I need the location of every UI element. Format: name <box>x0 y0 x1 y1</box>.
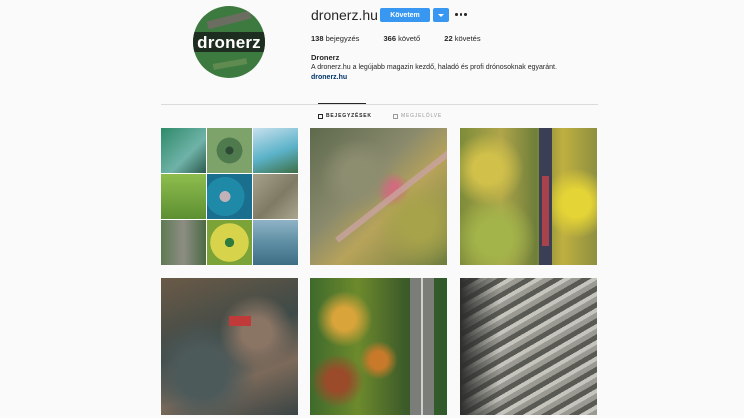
posts-count: 138 bejegyzés <box>311 34 360 43</box>
profile-name: Dronerz <box>311 53 340 62</box>
active-tab-indicator <box>318 103 366 104</box>
profile-avatar[interactable]: dronerz <box>193 6 265 78</box>
more-options-button[interactable] <box>455 10 468 18</box>
forest-path <box>335 139 447 243</box>
tag-icon <box>393 113 398 119</box>
collage-grid <box>161 128 298 265</box>
avatar-decor <box>212 58 248 70</box>
chevron-down-icon <box>438 13 444 17</box>
post-thumbnail-collage[interactable] <box>161 128 298 265</box>
excavator <box>229 316 251 326</box>
profile-username: dronerz.hu <box>311 7 378 23</box>
dot-icon <box>464 12 468 16</box>
profile-link[interactable]: dronerz.hu <box>311 74 347 81</box>
following-count[interactable]: 22 követés <box>444 34 480 43</box>
dot-icon <box>455 12 458 16</box>
avatar-logo-text: dronerz <box>197 33 261 52</box>
post-thumbnail-quarry[interactable] <box>161 278 298 415</box>
tab-tagged[interactable]: MEGJELÖLVE <box>393 113 442 119</box>
tabs-divider <box>161 104 598 105</box>
road-lane-marking <box>421 278 423 415</box>
follow-button[interactable]: Követem <box>380 8 430 22</box>
suggestions-dropdown-button[interactable] <box>433 8 449 22</box>
mine-shadow <box>460 278 500 415</box>
grid-icon <box>318 113 323 119</box>
followers-count[interactable]: 366 követő <box>383 34 420 43</box>
post-thumbnail-mine[interactable] <box>460 278 597 415</box>
tab-posts[interactable]: BEJEGYZÉSEK <box>318 113 372 119</box>
profile-stats: 138 bejegyzés 366 követő 22 követés <box>311 34 503 43</box>
post-thumbnail-forest[interactable] <box>310 128 447 265</box>
profile-bio: A dronerz.hu a legújabb magazin kezdő, h… <box>311 64 557 71</box>
dot-icon <box>459 12 463 16</box>
avatar-decor <box>206 10 252 30</box>
train <box>542 176 549 246</box>
post-thumbnail-railway[interactable] <box>460 128 597 265</box>
post-thumbnail-road[interactable] <box>310 278 447 415</box>
